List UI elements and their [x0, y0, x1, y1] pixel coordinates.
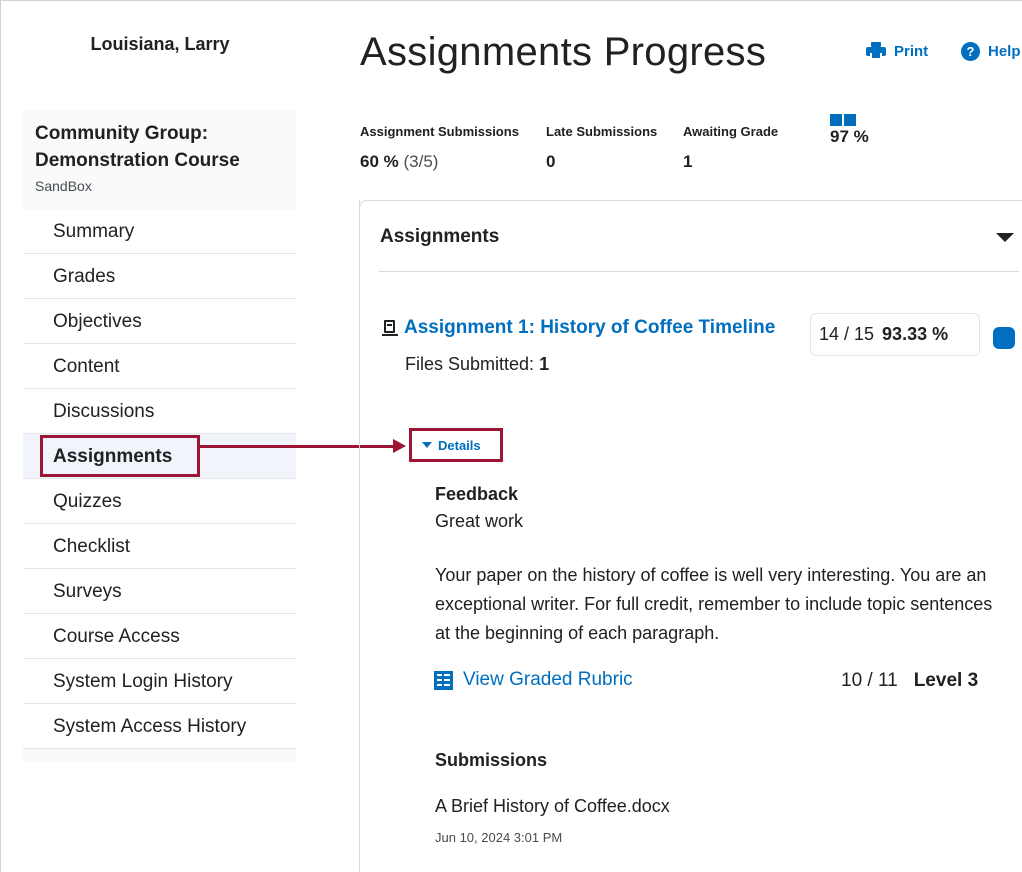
course-title: Community Group: Demonstration Course [35, 123, 240, 171]
stat-value: 0 [546, 152, 556, 171]
stat-grade: 97 % [830, 114, 869, 147]
sidebar-item-discussions[interactable]: Discussions [23, 389, 296, 434]
rubric-link-label: View Graded Rubric [463, 669, 633, 690]
feedback-text: Your paper on the history of coffee is w… [435, 565, 993, 643]
files-count: 1 [539, 354, 550, 374]
files-label: Files Submitted: [405, 354, 535, 374]
assignment-title: Assignment 1: History of Coffee Timeline [404, 317, 776, 338]
details-toggle[interactable]: Details [409, 428, 503, 462]
grade-score: 14 / 15 [819, 324, 875, 344]
sidebar-item-system-login-history[interactable]: System Login History [23, 659, 296, 704]
stat-value: 1 [683, 152, 693, 171]
print-button[interactable]: Print [866, 42, 928, 60]
sidebar-nav: Summary Grades Objectives Content Discus… [23, 210, 296, 749]
stat-value-main: 60 % [360, 152, 399, 171]
rubric-icon [434, 670, 453, 690]
printer-icon [866, 42, 886, 60]
feedback-heading: Feedback [435, 484, 519, 504]
grade-bars-icon [830, 114, 869, 126]
stat-submissions: Assignment Submissions 60 % (3/5) [360, 124, 519, 172]
sidebar-item-label: Grades [53, 266, 116, 287]
sidebar-item-grades[interactable]: Grades [23, 254, 296, 299]
rubric-level: Level 3 [913, 670, 979, 691]
sidebar-item-label: Checklist [53, 536, 131, 557]
stat-late: Late Submissions 0 [546, 124, 657, 172]
panel-title: Assignments [380, 226, 500, 247]
stat-label: Awaiting Grade [683, 124, 779, 139]
assignment-grade: 14 / 15 93.33 % [810, 313, 980, 356]
sidebar: Community Group: Demonstration Course Sa… [23, 110, 296, 762]
sidebar-item-course-access[interactable]: Course Access [23, 614, 296, 659]
help-button[interactable]: ? Help [961, 42, 1021, 61]
sidebar-item-surveys[interactable]: Surveys [23, 569, 296, 614]
sidebar-item-quizzes[interactable]: Quizzes [23, 479, 296, 524]
stat-value: 97 % [830, 127, 869, 146]
stat-label: Late Submissions [546, 124, 658, 139]
sidebar-item-label: Quizzes [53, 491, 122, 512]
page-title: Assignments Progress [360, 30, 767, 74]
submissions-heading: Submissions [435, 750, 548, 770]
sidebar-item-checklist[interactable]: Checklist [23, 524, 296, 569]
stat-value: 60 % (3/5) [360, 152, 519, 172]
rubric-points: 10 / 11 [841, 670, 898, 691]
sidebar-item-objectives[interactable]: Objectives [23, 299, 296, 344]
course-subtitle: SandBox [35, 178, 92, 194]
user-name: Louisiana, Larry [90, 34, 230, 54]
divider [379, 271, 1019, 272]
assignment-link[interactable]: Assignment 1: History of Coffee Timeline [382, 317, 775, 339]
stat-value-detail: (3/5) [403, 152, 439, 171]
feedback-short: Great work [435, 511, 524, 531]
sidebar-item-label: Content [53, 356, 120, 377]
course-info: Community Group: Demonstration Course Sa… [23, 110, 296, 210]
assignments-panel [359, 200, 1022, 872]
chevron-down-icon[interactable] [996, 233, 1014, 242]
sidebar-item-label: System Access History [53, 716, 247, 737]
stat-label: Assignment Submissions [360, 124, 519, 139]
sidebar-item-label: Surveys [53, 581, 122, 602]
sidebar-item-label: System Login History [53, 671, 233, 692]
status-indicator [993, 327, 1015, 349]
files-submitted: Files Submitted: 1 [405, 354, 549, 375]
sidebar-item-label: Objectives [53, 311, 142, 332]
grade-percent: 93.33 % [882, 324, 949, 344]
sidebar-item-label: Discussions [53, 401, 155, 422]
stat-awaiting: Awaiting Grade 1 [683, 124, 778, 172]
help-circle-icon: ? [961, 42, 980, 61]
rubric-score: 10 / 11 Level 3 [841, 670, 978, 692]
sidebar-item-label: Summary [53, 221, 135, 242]
submission-date: Jun 10, 2024 3:01 PM [435, 830, 563, 845]
sidebar-item-system-access-history[interactable]: System Access History [23, 704, 296, 749]
caret-down-icon [422, 442, 432, 448]
sidebar-item-label: Course Access [53, 626, 180, 647]
highlight-box [40, 435, 200, 477]
print-label: Print [894, 42, 929, 60]
details-label: Details [438, 437, 481, 453]
assignment-icon [382, 319, 398, 337]
sidebar-item-assignments[interactable]: Assignments [23, 434, 296, 479]
sidebar-item-summary[interactable]: Summary [23, 210, 296, 254]
help-label: Help [988, 43, 1021, 60]
view-rubric-link[interactable]: View Graded Rubric [434, 669, 633, 691]
submission-file: A Brief History of Coffee.docx [435, 796, 670, 816]
sidebar-item-content[interactable]: Content [23, 344, 296, 389]
